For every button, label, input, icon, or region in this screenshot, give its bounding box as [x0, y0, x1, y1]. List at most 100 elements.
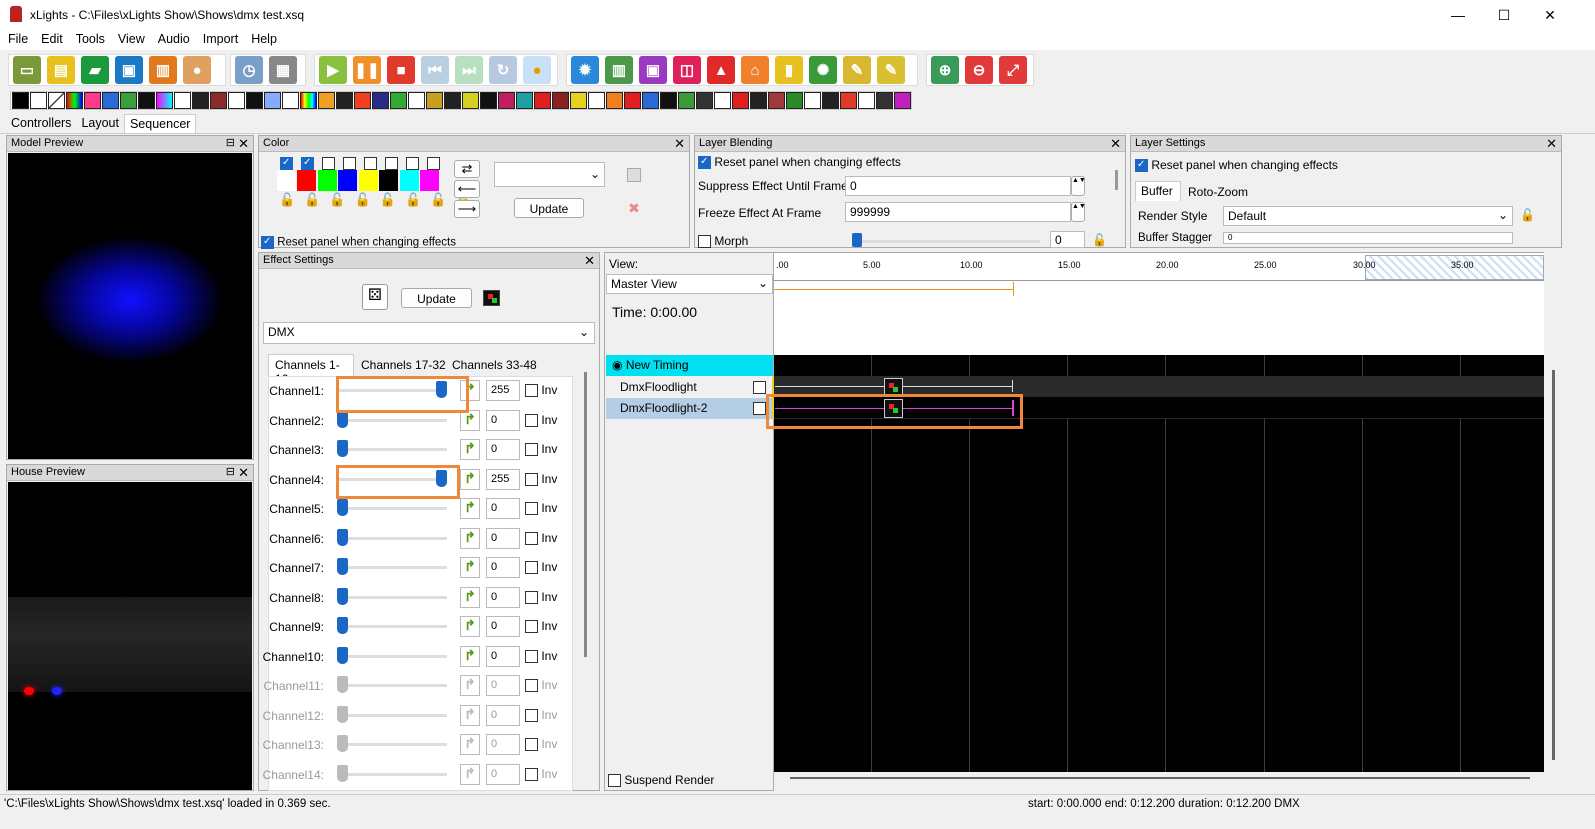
inv-checkbox[interactable]	[525, 472, 538, 486]
menu-edit[interactable]: Edit	[33, 30, 68, 46]
value-curve-icon[interactable]: ↱	[460, 645, 480, 667]
channel-slider-thumb[interactable]	[337, 705, 348, 723]
suspend-render-checkbox[interactable]	[608, 774, 621, 788]
rewind-icon[interactable]: ⏮	[421, 56, 449, 84]
channel-slider-thumb[interactable]	[337, 528, 348, 546]
play-icon[interactable]: ▶	[319, 56, 347, 84]
layers-icon[interactable]: ◫	[673, 56, 701, 84]
close-pane-icon[interactable]: ✕	[1110, 136, 1121, 152]
inv-checkbox[interactable]	[525, 738, 538, 752]
maximize-button[interactable]: ☐	[1481, 0, 1527, 30]
calculator-icon[interactable]: ▦	[269, 56, 297, 84]
effect-glediator-icon[interactable]	[263, 92, 281, 109]
value-curve-icon[interactable]: ↱	[460, 439, 480, 460]
morph-slider-thumb[interactable]	[852, 233, 862, 247]
effect-morph-icon[interactable]	[461, 92, 479, 109]
inv-checkbox[interactable]	[525, 561, 538, 575]
palette-checkbox-6[interactable]	[385, 157, 398, 170]
effect-servo-icon[interactable]	[587, 92, 605, 109]
pause-icon[interactable]: ❚❚	[353, 56, 381, 84]
lock-icon[interactable]: 🔓	[430, 192, 446, 208]
effect-select[interactable]: DMX ⌄	[263, 322, 595, 344]
value-curve-icon[interactable]: ↱	[460, 586, 480, 608]
tab-controllers[interactable]: Controllers	[6, 114, 76, 134]
effect-music-icon[interactable]	[479, 92, 497, 109]
palette-icon[interactable]: ●	[183, 56, 211, 84]
channel-slider-thumb[interactable]	[337, 617, 348, 634]
model-row-dmxfloodlight[interactable]: DmxFloodlight	[606, 377, 772, 398]
effect-garlands-icon[interactable]	[245, 92, 263, 109]
effect-state-icon[interactable]	[767, 92, 785, 109]
tab-channels-17-32[interactable]: Channels 17-32	[356, 358, 451, 372]
effect-plasma-icon[interactable]	[551, 92, 569, 109]
save-icon[interactable]: ▣	[115, 56, 143, 84]
menu-audio[interactable]: Audio	[150, 30, 195, 46]
effect-fill-icon[interactable]	[209, 92, 227, 109]
value-curve-icon[interactable]: ↱	[460, 616, 480, 637]
suppress-field[interactable]: 0	[845, 176, 1071, 196]
channel-slider-track[interactable]	[337, 566, 447, 569]
channel-slider-track[interactable]	[337, 743, 447, 746]
layer-reset-checkbox[interactable]	[1135, 159, 1148, 173]
effect-ripple-icon[interactable]	[569, 92, 587, 109]
inv-checkbox[interactable]	[525, 708, 538, 722]
menu-file[interactable]: File	[0, 30, 33, 46]
palette-swatch-4[interactable]	[338, 170, 357, 191]
inv-checkbox[interactable]	[525, 531, 538, 545]
lock-icon[interactable]: 🔓	[1092, 233, 1107, 247]
effect-marquee-icon[interactable]	[425, 92, 443, 109]
effect-on-icon[interactable]	[29, 92, 47, 109]
value-curve-icon[interactable]: ↱	[460, 704, 480, 726]
suppress-spin-icon[interactable]: ▲▼	[1071, 176, 1086, 196]
effect-kaleidoscope-icon[interactable]	[299, 92, 317, 109]
effect-bars-icon[interactable]	[65, 92, 83, 109]
effect-snowflakes-icon[interactable]	[695, 92, 713, 109]
palette-checkbox-3[interactable]	[322, 157, 335, 170]
effect-off-icon[interactable]	[11, 92, 29, 109]
effect-twinkle-icon[interactable]	[857, 92, 875, 109]
palette-checkbox-8[interactable]	[427, 157, 440, 170]
channel-value[interactable]: 0	[486, 498, 520, 519]
freeze-spin-icon[interactable]: ▲▼	[1071, 202, 1086, 222]
effect-spirograph-icon[interactable]	[749, 92, 767, 109]
channel-value[interactable]: 0	[486, 675, 520, 696]
color-reset-checkbox[interactable]	[261, 236, 274, 249]
effect-curtain-icon[interactable]	[119, 92, 137, 109]
close-pane-icon[interactable]: ✕	[238, 136, 249, 152]
palette-checkbox-1[interactable]	[280, 157, 293, 170]
effect-scrollbar[interactable]	[584, 372, 587, 657]
channel-slider-track[interactable]	[337, 418, 447, 422]
tab-roto-zoom[interactable]: Roto-Zoom	[1183, 183, 1253, 201]
lock-icon[interactable]: 🔓	[279, 192, 295, 208]
model-row-dmxfloodlight-2[interactable]: DmxFloodlight-2	[606, 398, 772, 419]
render-style-select[interactable]: Default ⌄	[1223, 206, 1513, 226]
channel-value[interactable]: 0	[486, 557, 520, 578]
effect-guitar-icon[interactable]	[281, 92, 299, 109]
save-palette-icon[interactable]	[627, 168, 641, 182]
shift-colors-icon[interactable]: ⇄	[454, 160, 480, 178]
channel-value[interactable]: 255	[486, 468, 520, 490]
channel-slider-thumb[interactable]	[337, 735, 348, 752]
palette-swatch-7[interactable]	[400, 170, 419, 191]
forward-icon[interactable]: ⏭	[455, 56, 483, 84]
effect-galaxy-icon[interactable]	[227, 92, 245, 109]
zoom-out-icon[interactable]: ⊖	[965, 56, 993, 84]
effect-life-icon[interactable]	[317, 92, 335, 109]
channel-slider-thumb[interactable]	[337, 440, 348, 457]
sun-gear-icon[interactable]: ✺	[809, 56, 837, 84]
inv-checkbox[interactable]	[525, 767, 538, 781]
lock-icon[interactable]: 🔓	[329, 192, 345, 208]
effect-butterfly-icon[interactable]	[83, 92, 101, 109]
morph-value[interactable]: 0	[1050, 231, 1085, 248]
wand2-icon[interactable]: ✎	[877, 56, 905, 84]
delete-palette-icon[interactable]: ✖	[624, 200, 644, 218]
minimize-button[interactable]: —	[1435, 0, 1481, 30]
open-file-icon[interactable]: ▰	[81, 56, 109, 84]
effect-strobe-icon[interactable]	[785, 92, 803, 109]
value-curve-icon[interactable]: ↱	[460, 675, 480, 696]
close-pane-icon[interactable]: ✕	[1546, 136, 1557, 152]
lock-icon[interactable]: 🔓	[304, 192, 320, 208]
effect-tendril-icon[interactable]	[803, 92, 821, 109]
wand-icon[interactable]: ✎	[843, 56, 871, 84]
randomize-dice-icon[interactable]: ⚄	[362, 284, 388, 310]
